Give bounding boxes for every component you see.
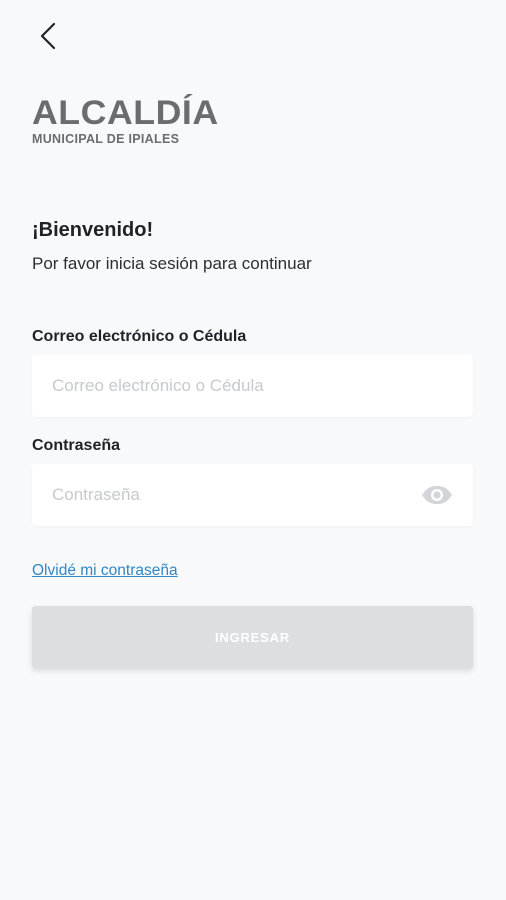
eye-icon bbox=[422, 486, 452, 504]
back-button[interactable] bbox=[28, 16, 68, 56]
chevron-left-icon bbox=[40, 22, 56, 50]
welcome-subtitle: Por favor inicia sesión para continuar bbox=[32, 254, 312, 273]
password-label: Contraseña bbox=[32, 437, 121, 454]
email-field-container bbox=[32, 355, 473, 417]
email-field[interactable] bbox=[32, 355, 473, 417]
alcaldia-logo: ALCALDÍA MUNICIPAL DE IPIALES bbox=[32, 96, 232, 146]
password-field-container bbox=[32, 464, 473, 526]
login-screen: ALCALDÍA MUNICIPAL DE IPIALES ¡Bienvenid… bbox=[0, 0, 506, 900]
logo-main-text: ALCALDÍA bbox=[32, 94, 219, 132]
email-label: Correo electrónico o Cédula bbox=[32, 328, 247, 345]
welcome-title: ¡Bienvenido! bbox=[32, 219, 154, 241]
password-field[interactable] bbox=[32, 464, 473, 526]
logo-sub-text: MUNICIPAL DE IPIALES bbox=[32, 132, 180, 146]
forgot-password-link[interactable]: Olvidé mi contraseña bbox=[32, 562, 178, 580]
login-button[interactable]: INGRESAR bbox=[32, 606, 473, 668]
toggle-password-visibility-button[interactable] bbox=[421, 484, 453, 506]
